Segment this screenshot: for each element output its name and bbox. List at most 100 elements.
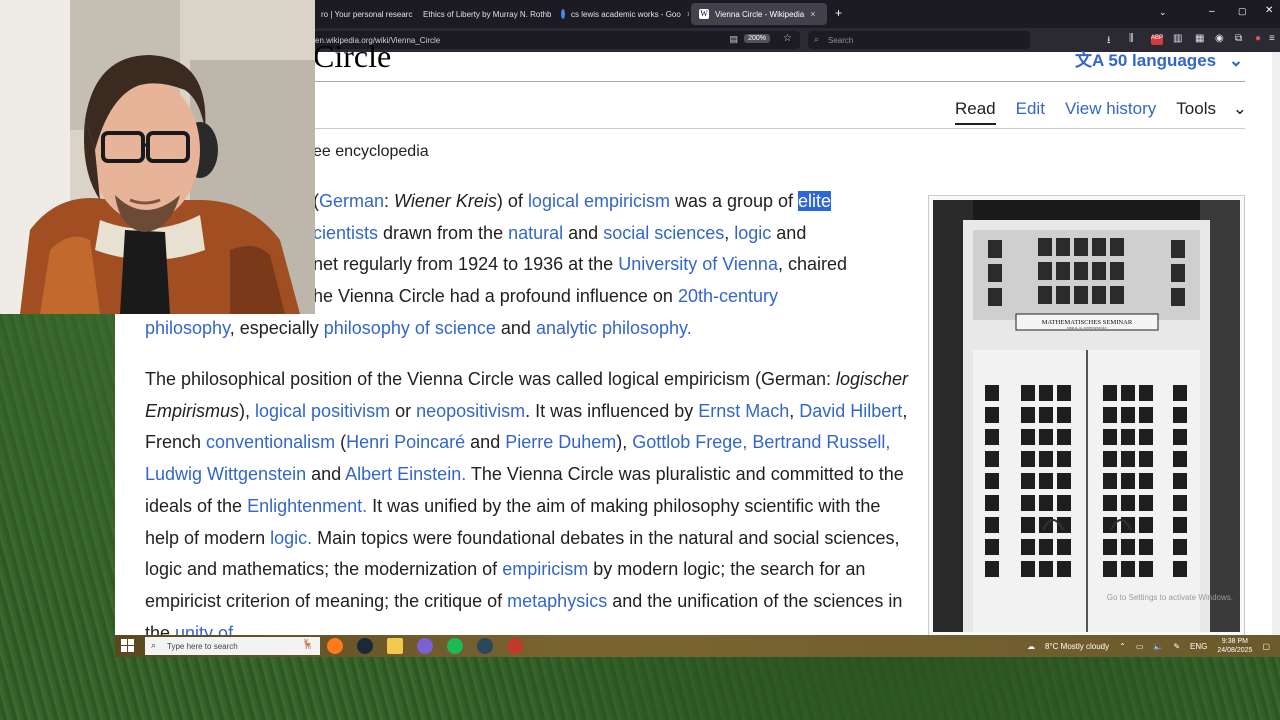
weather-text[interactable]: 8°C Mostly cloudy: [1045, 642, 1109, 651]
tray-chevron-icon[interactable]: ⌃: [1119, 642, 1126, 651]
page-scrollbar[interactable]: [1272, 52, 1280, 635]
maximize-icon[interactable]: ▢: [1238, 6, 1247, 17]
reading-list-icon[interactable]: ▦: [1195, 33, 1204, 44]
link-scientists[interactable]: cientists: [313, 223, 378, 243]
text: ),: [616, 432, 633, 453]
recorder-icon[interactable]: [507, 638, 523, 654]
link-enlightenment[interactable]: Enlightenment.: [247, 496, 367, 516]
network-icon[interactable]: ▭: [1136, 642, 1144, 651]
sidebar-icon[interactable]: ▥: [1173, 33, 1182, 44]
sign-text: MATHEMATISCHES SEMINAR: [1042, 319, 1133, 326]
link-neopositivism[interactable]: neopositivism: [416, 401, 525, 421]
account-icon[interactable]: ◉: [1215, 33, 1224, 44]
taskbar-search-input[interactable]: ⌕ Type here to search 🦌: [145, 637, 320, 655]
languages-button[interactable]: 文A 50 languages ⌄: [1075, 46, 1243, 71]
tab-google-search[interactable]: cs lewis academic works - Goo ×: [553, 3, 689, 25]
spotify-icon[interactable]: [447, 638, 463, 654]
notifications-icon[interactable]: ▢: [1262, 642, 1270, 651]
windows-start-icon[interactable]: [121, 639, 135, 653]
link-david-hilbert[interactable]: David Hilbert: [799, 401, 902, 421]
text: ,: [789, 400, 800, 421]
volume-icon[interactable]: 🔈: [1153, 642, 1163, 651]
search-icon: ⌕: [814, 34, 820, 44]
tab-list-icon[interactable]: ⌄: [1159, 7, 1167, 18]
body-paragraph: The philosophical position of the Vienna…: [145, 364, 910, 635]
link-conventionalism[interactable]: conventionalism: [206, 432, 335, 452]
link-analytic-philosophy[interactable]: analytic philosophy.: [536, 318, 692, 338]
link-logic[interactable]: logic: [734, 223, 771, 243]
search-bar[interactable]: ⌕ Search: [808, 31, 1030, 49]
text: and: [306, 464, 346, 485]
profile-icon[interactable]: ●: [1255, 33, 1261, 44]
link-logic[interactable]: logic.: [270, 528, 312, 548]
link-social-sciences[interactable]: social sciences: [603, 223, 724, 243]
file-explorer-icon[interactable]: [387, 638, 403, 654]
firefox-icon[interactable]: [327, 638, 343, 654]
chevron-down-icon: ⌄: [1232, 99, 1247, 118]
zoom-badge[interactable]: 200%: [744, 34, 770, 43]
link-albert-einstein[interactable]: Albert Einstein.: [345, 464, 466, 484]
tab-label: Ethics of Liberty by Murray N. Rothb: [423, 9, 551, 19]
link-german[interactable]: German: [319, 191, 384, 211]
library-icon[interactable]: ⫼: [1129, 33, 1134, 44]
infobox-image[interactable]: MATHEMATISCHES SEMINAR DER K. K. UNIVERS…: [928, 195, 1245, 635]
link-empiricism[interactable]: empiricism: [502, 559, 588, 579]
text: , chaired: [777, 254, 847, 275]
steam-icon[interactable]: [357, 638, 373, 654]
chevron-down-icon: ⌄: [1228, 51, 1244, 70]
bookmark-star-icon[interactable]: ☆: [783, 33, 792, 44]
close-window-icon[interactable]: ✕: [1265, 5, 1273, 16]
tab-vienna-circle[interactable]: W Vienna Circle - Wikipedia ×: [691, 3, 827, 25]
link-unity-of-science[interactable]: unity of: [175, 623, 233, 635]
text: drawn from the: [378, 222, 509, 243]
text: ) of: [496, 191, 528, 211]
tab-research[interactable]: ro | Your personal research ×: [313, 3, 413, 25]
seminar-door-photo: MATHEMATISCHES SEMINAR DER K. K. UNIVERS…: [933, 200, 1240, 632]
tab-read[interactable]: Read: [955, 99, 996, 125]
tab-label: ro | Your personal research: [321, 9, 413, 19]
link-philosophy[interactable]: philosophy: [145, 318, 230, 338]
tools-menu[interactable]: Tools ⌄: [1176, 99, 1247, 125]
translate-icon: 文A: [1075, 51, 1104, 70]
link-university-of-vienna[interactable]: University of Vienna: [618, 254, 778, 274]
google-icon: [561, 9, 565, 19]
language-indicator[interactable]: ENG: [1190, 642, 1207, 651]
text: was a group of: [669, 191, 799, 211]
link-henri-poincare[interactable]: Henri Poincaré: [346, 432, 465, 452]
reader-view-icon[interactable]: ▤: [729, 34, 738, 45]
link-natural[interactable]: natural: [508, 223, 563, 243]
page-title: Circle: [313, 38, 392, 74]
adblock-icon[interactable]: ABP: [1151, 35, 1163, 45]
close-icon[interactable]: ×: [810, 9, 815, 19]
windows-taskbar: ⌕ Type here to search 🦌 ☁ 8°C Mostly clo…: [115, 635, 1280, 657]
clock[interactable]: 9:38 PM 24/08/2025: [1217, 637, 1252, 655]
link-ernst-mach[interactable]: Ernst Mach: [698, 401, 789, 421]
minimize-icon[interactable]: –: [1209, 6, 1215, 17]
obs-icon[interactable]: [417, 638, 433, 654]
text: . It was influenced by: [525, 400, 699, 421]
pen-icon[interactable]: ✎: [1173, 642, 1180, 651]
link-20th-century[interactable]: 20th-century: [678, 286, 778, 306]
new-tab-button[interactable]: +: [835, 6, 842, 20]
tab-view-history[interactable]: View history: [1065, 99, 1156, 125]
link-logical-positivism[interactable]: logical positivism: [255, 401, 390, 421]
extensions-icon[interactable]: ⧉: [1235, 33, 1242, 44]
search-placeholder: Search: [828, 35, 854, 45]
text: or: [390, 400, 417, 421]
clock-time: 9:38 PM: [1221, 638, 1248, 645]
link-philosophy-of-science[interactable]: philosophy of science: [324, 318, 496, 338]
menu-icon[interactable]: ≡: [1269, 33, 1275, 44]
tab-edit[interactable]: Edit: [1016, 99, 1045, 125]
close-icon[interactable]: ×: [687, 9, 689, 19]
link-logical-empiricism[interactable]: logical empiricism: [528, 191, 670, 211]
taskbar-search-placeholder: Type here to search: [167, 641, 238, 651]
languages-label: 50 languages: [1108, 51, 1217, 70]
webcam-feed: [0, 0, 315, 314]
site-tagline: ee encyclopedia: [313, 143, 429, 160]
weather-icon: ☁: [1027, 641, 1035, 651]
link-metaphysics[interactable]: metaphysics: [507, 591, 607, 611]
search-icon: ⌕: [151, 640, 157, 650]
tab-ethics-of-liberty[interactable]: Ethics of Liberty by Murray N. Rothb ×: [415, 3, 551, 25]
link-pierre-duhem[interactable]: Pierre Duhem: [505, 432, 616, 452]
steam-app-icon[interactable]: [477, 638, 493, 654]
